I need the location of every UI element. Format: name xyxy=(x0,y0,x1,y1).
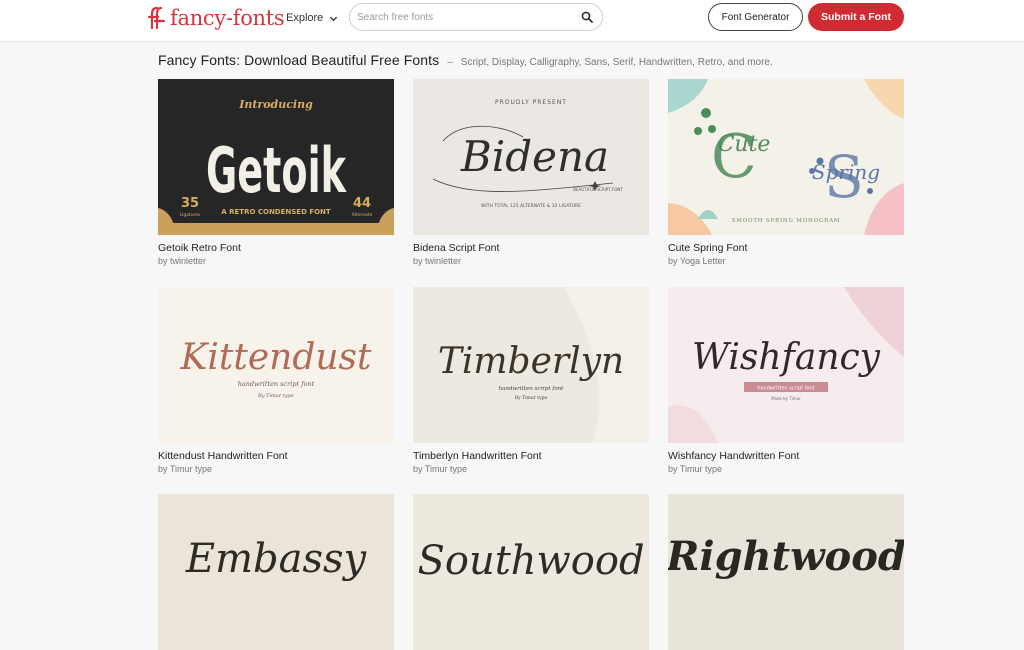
font-preview-image[interactable]: Embassy xyxy=(158,494,394,650)
explore-menu[interactable]: Explore xyxy=(286,9,338,27)
southwood-preview: Southwood xyxy=(413,494,649,650)
getoik-preview: Introducing Getoik A RETRO CONDENSED FON… xyxy=(158,79,394,235)
explore-label: Explore xyxy=(286,12,324,24)
preview-tagline: SMOOTH SPRING MONOGRAM xyxy=(732,218,841,224)
preview-wordmark: Embassy xyxy=(185,536,368,582)
preview-tagline: handwritten script font xyxy=(499,386,565,392)
preview-tagline: WITH TOTAL 125 ALTERNATE & 32 LIGATURE xyxy=(481,203,581,209)
preview-tagline: handwritten script font xyxy=(238,380,315,388)
top-header: fancy-fonts Explore Font Generator Submi… xyxy=(0,0,1024,42)
left-badge-text: Ligatures xyxy=(180,212,202,218)
svg-text:C: C xyxy=(711,122,757,192)
heading-separator: – xyxy=(447,57,453,68)
left-badge-number: 35 xyxy=(181,196,199,211)
kittendust-preview: Kittendust handwritten script font By Ti… xyxy=(158,287,394,443)
font-author[interactable]: by Timur type xyxy=(668,464,904,474)
preview-wordmark: Southwood xyxy=(417,538,644,584)
preview-wordmark: Getoik xyxy=(206,134,347,207)
preview-top-text: Introducing xyxy=(238,98,313,111)
font-author[interactable]: by twinletter xyxy=(413,256,649,266)
font-card: Timberlyn handwritten script font By Tim… xyxy=(413,287,649,474)
font-title-link[interactable]: Wishfancy Handwritten Font xyxy=(668,450,904,462)
logo-text: fancy-fonts xyxy=(170,6,285,30)
search-input[interactable] xyxy=(350,11,570,23)
font-preview-image[interactable]: Timberlyn handwritten script font By Tim… xyxy=(413,287,649,443)
font-title-link[interactable]: Bidena Script Font xyxy=(413,242,649,254)
font-preview-image[interactable]: Kittendust handwritten script font By Ti… xyxy=(158,287,394,443)
font-author[interactable]: by Timur type xyxy=(158,464,394,474)
bidena-preview: PROUDLY PRESENT Bidena BEAUTIFUL SCRIPT … xyxy=(413,79,649,235)
font-card: Wishfancy handwritten script font Made b… xyxy=(668,287,904,474)
timberlyn-preview: Timberlyn handwritten script font By Tim… xyxy=(413,287,649,443)
page-heading: Fancy Fonts: Download Beautiful Free Fon… xyxy=(158,52,918,72)
preview-wordmark: Timberlyn xyxy=(438,341,624,382)
rightwood-preview: Rightwood xyxy=(668,494,904,650)
font-title-link[interactable]: Timberlyn Handwritten Font xyxy=(413,450,649,462)
preview-top-text: PROUDLY PRESENT xyxy=(495,99,567,106)
submit-font-button[interactable]: Submit a Font xyxy=(808,3,904,31)
svg-text:S: S xyxy=(824,143,864,211)
embassy-preview: Embassy xyxy=(158,494,394,650)
font-card: Embassy xyxy=(158,494,394,650)
font-preview-image[interactable]: Cute C Spring S SMOOTH SPRING MONOGRAM xyxy=(668,79,904,235)
right-badge-number: 44 xyxy=(353,196,371,211)
preview-byline: By Timur type xyxy=(257,393,294,399)
font-preview-image[interactable]: Rightwood xyxy=(668,494,904,650)
font-card: Rightwood xyxy=(668,494,904,650)
font-card: Cute C Spring S SMOOTH SPRING MONOGRAM C… xyxy=(668,79,904,266)
preview-wordmark: Bidena xyxy=(460,132,609,181)
font-card: Introducing Getoik A RETRO CONDENSED FON… xyxy=(158,79,394,266)
site-logo[interactable]: fancy-fonts xyxy=(148,3,285,33)
font-card: Kittendust handwritten script font By Ti… xyxy=(158,287,394,474)
font-preview-image[interactable]: PROUDLY PRESENT Bidena BEAUTIFUL SCRIPT … xyxy=(413,79,649,235)
font-generator-button[interactable]: Font Generator xyxy=(708,3,803,31)
preview-byline: Made by Timur xyxy=(771,396,801,401)
wishfancy-preview: Wishfancy handwritten script font Made b… xyxy=(668,287,904,443)
preview-byline: By Timur type xyxy=(515,395,548,401)
font-preview-image[interactable]: Wishfancy handwritten script font Made b… xyxy=(668,287,904,443)
preview-tagline: handwritten script font xyxy=(757,386,814,392)
page-subtitle: Script, Display, Calligraphy, Sans, Seri… xyxy=(460,57,773,68)
preview-tagline: A RETRO CONDENSED FONT xyxy=(221,208,331,216)
chevron-down-icon xyxy=(330,16,338,21)
preview-wordmark: Kittendust xyxy=(179,337,372,378)
font-title-link[interactable]: Getoik Retro Font xyxy=(158,242,394,254)
font-title-link[interactable]: Cute Spring Font xyxy=(668,242,904,254)
font-card: PROUDLY PRESENT Bidena BEAUTIFUL SCRIPT … xyxy=(413,79,649,266)
preview-side-text: BEAUTIFUL SCRIPT FONT xyxy=(573,187,623,192)
font-title-link[interactable]: Kittendust Handwritten Font xyxy=(158,450,394,462)
cute-spring-preview: Cute C Spring S SMOOTH SPRING MONOGRAM xyxy=(668,79,904,235)
right-badge-text: Alternate xyxy=(352,212,373,218)
font-preview-image[interactable]: Introducing Getoik A RETRO CONDENSED FON… xyxy=(158,79,394,235)
search-icon[interactable] xyxy=(581,11,593,23)
font-preview-image[interactable]: Southwood xyxy=(413,494,649,650)
font-card: Southwood xyxy=(413,494,649,650)
preview-wordmark: Wishfancy xyxy=(692,337,881,378)
logo-icon xyxy=(148,6,166,30)
search-box xyxy=(349,3,603,31)
font-author[interactable]: by Timur type xyxy=(413,464,649,474)
font-author[interactable]: by Yoga Letter xyxy=(668,256,904,266)
page-title: Fancy Fonts: Download Beautiful Free Fon… xyxy=(158,52,440,68)
font-author[interactable]: by twinletter xyxy=(158,256,394,266)
